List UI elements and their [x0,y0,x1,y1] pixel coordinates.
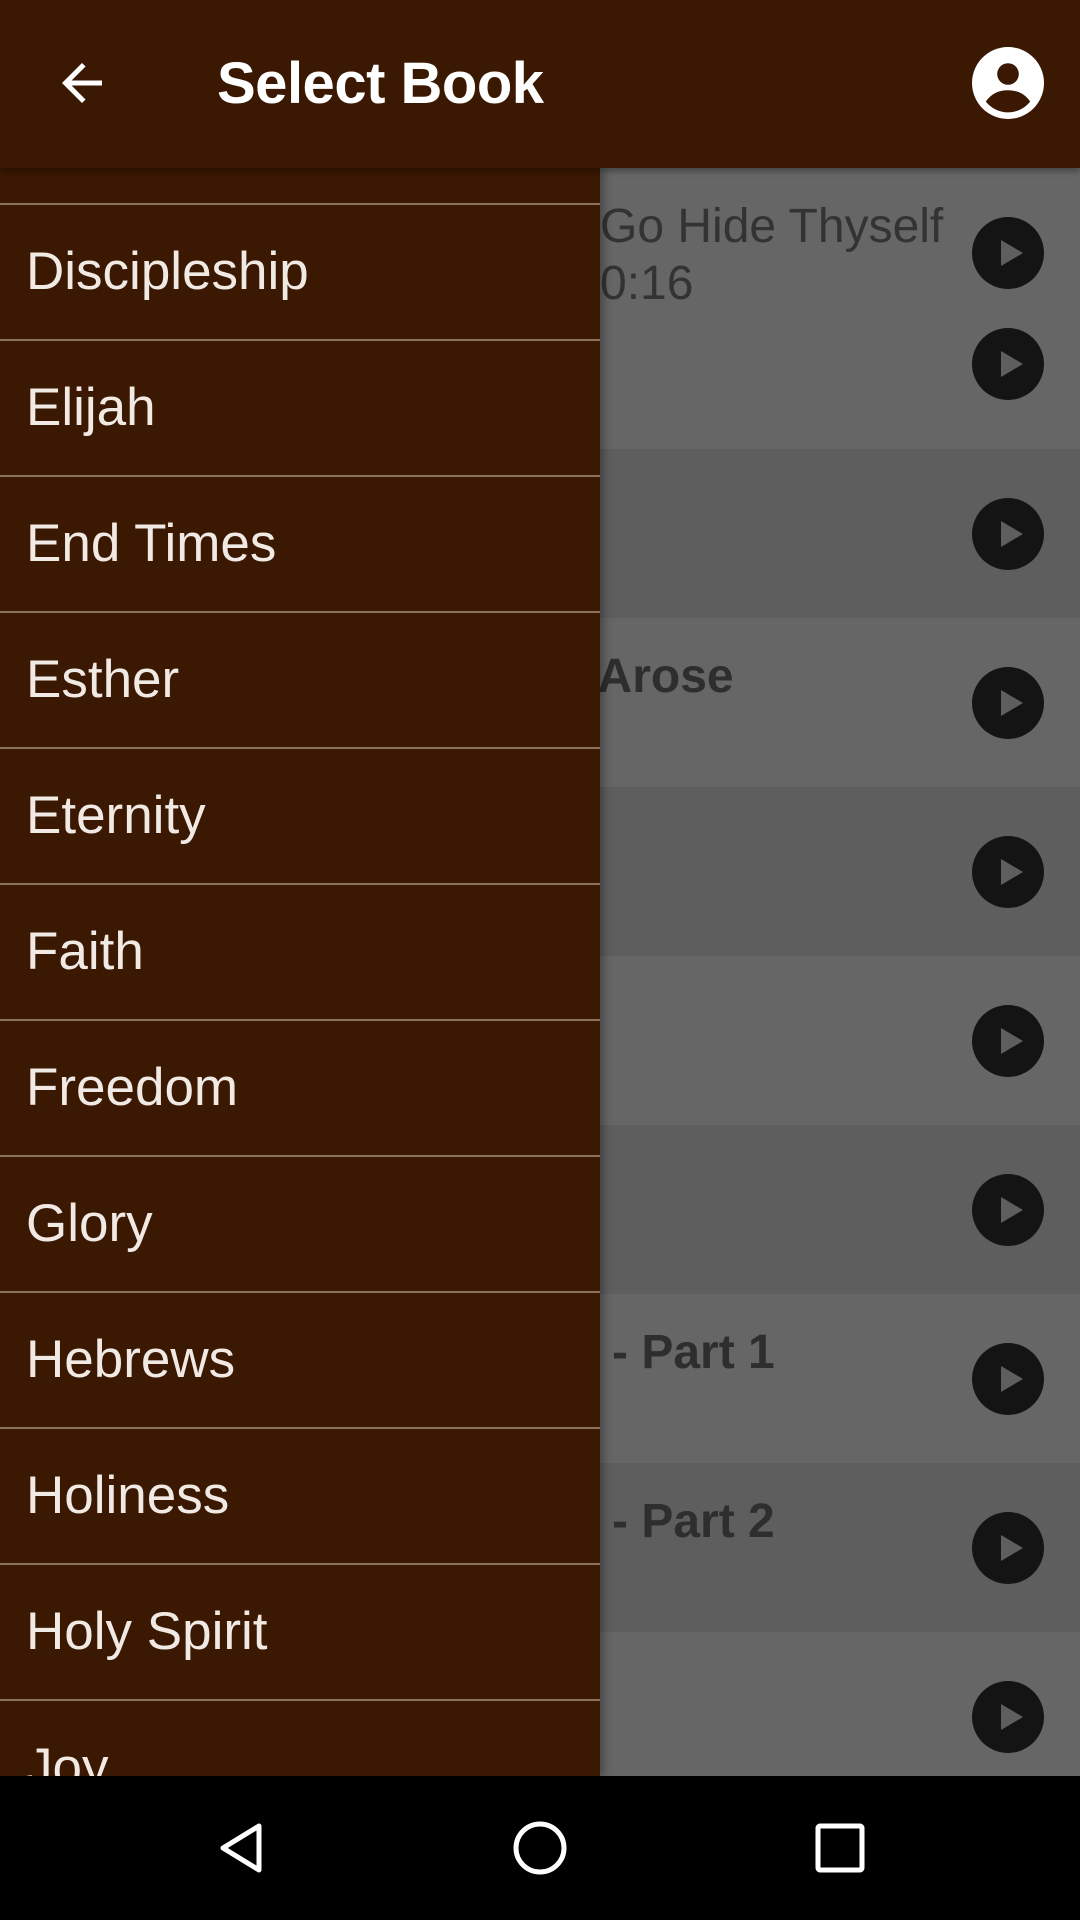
drawer-item-label: Hebrews [26,1330,236,1389]
drawer-item-label: Holiness [26,1466,230,1525]
play-icon[interactable] [972,836,1044,908]
play-icon[interactable] [972,1005,1044,1077]
book-drawer: Discipleship Elijah End Times Esther Eternit… [0,168,600,1776]
drawer-item[interactable]: Discipleship [0,203,600,339]
drawer-item-label: Esther [26,650,180,709]
system-nav-bar [0,1776,1080,1920]
page-title: Select Book [217,51,544,116]
nav-home-icon[interactable] [510,1818,570,1878]
play-icon[interactable] [972,498,1044,570]
track-title: Go Hide Thyself [600,200,944,253]
play-icon[interactable] [972,667,1044,739]
drawer-item-label: Eternity [26,786,206,845]
track-title: - Part 1 [612,1326,775,1379]
track-duration: 0:16 [600,257,694,310]
drawer-item[interactable]: Eternity [0,747,600,883]
arrow-left-icon[interactable] [52,53,112,113]
drawer-item-label: Discipleship [26,242,309,301]
drawer-item-label: Faith [26,922,144,981]
drawer-item[interactable] [0,168,600,203]
drawer-item[interactable]: Holy Spirit [0,1563,600,1699]
drawer-item-label: Joy [26,1738,109,1776]
drawer-item-label: Freedom [26,1058,239,1117]
drawer-item-label: Glory [26,1194,153,1253]
play-icon[interactable] [972,1174,1044,1246]
drawer-item[interactable]: Hebrews [0,1291,600,1427]
play-icon[interactable] [972,1681,1044,1753]
drawer-item-label: Elijah [26,378,156,437]
drawer-item[interactable]: Glory [0,1155,600,1291]
account-circle-icon[interactable] [972,47,1044,119]
drawer-item[interactable]: Joy [0,1699,600,1776]
nav-back-icon[interactable] [211,1818,271,1878]
drawer-item[interactable]: Elijah [0,339,600,475]
track-title: - Part 2 [612,1495,775,1548]
play-icon[interactable] [972,328,1044,400]
drawer-item-label: Holy Spirit [26,1602,268,1661]
drawer-item[interactable]: Freedom [0,1019,600,1155]
app-bar: Select Book [0,0,1080,168]
drawer-item[interactable]: Faith [0,883,600,1019]
play-icon[interactable] [972,217,1044,289]
drawer-item-label: End Times [26,514,277,573]
play-icon[interactable] [972,1512,1044,1584]
nav-recents-icon[interactable] [810,1818,870,1878]
drawer-item[interactable]: End Times [0,475,600,611]
drawer-item[interactable]: Esther [0,611,600,747]
play-icon[interactable] [972,1343,1044,1415]
drawer-item[interactable]: Holiness [0,1427,600,1563]
